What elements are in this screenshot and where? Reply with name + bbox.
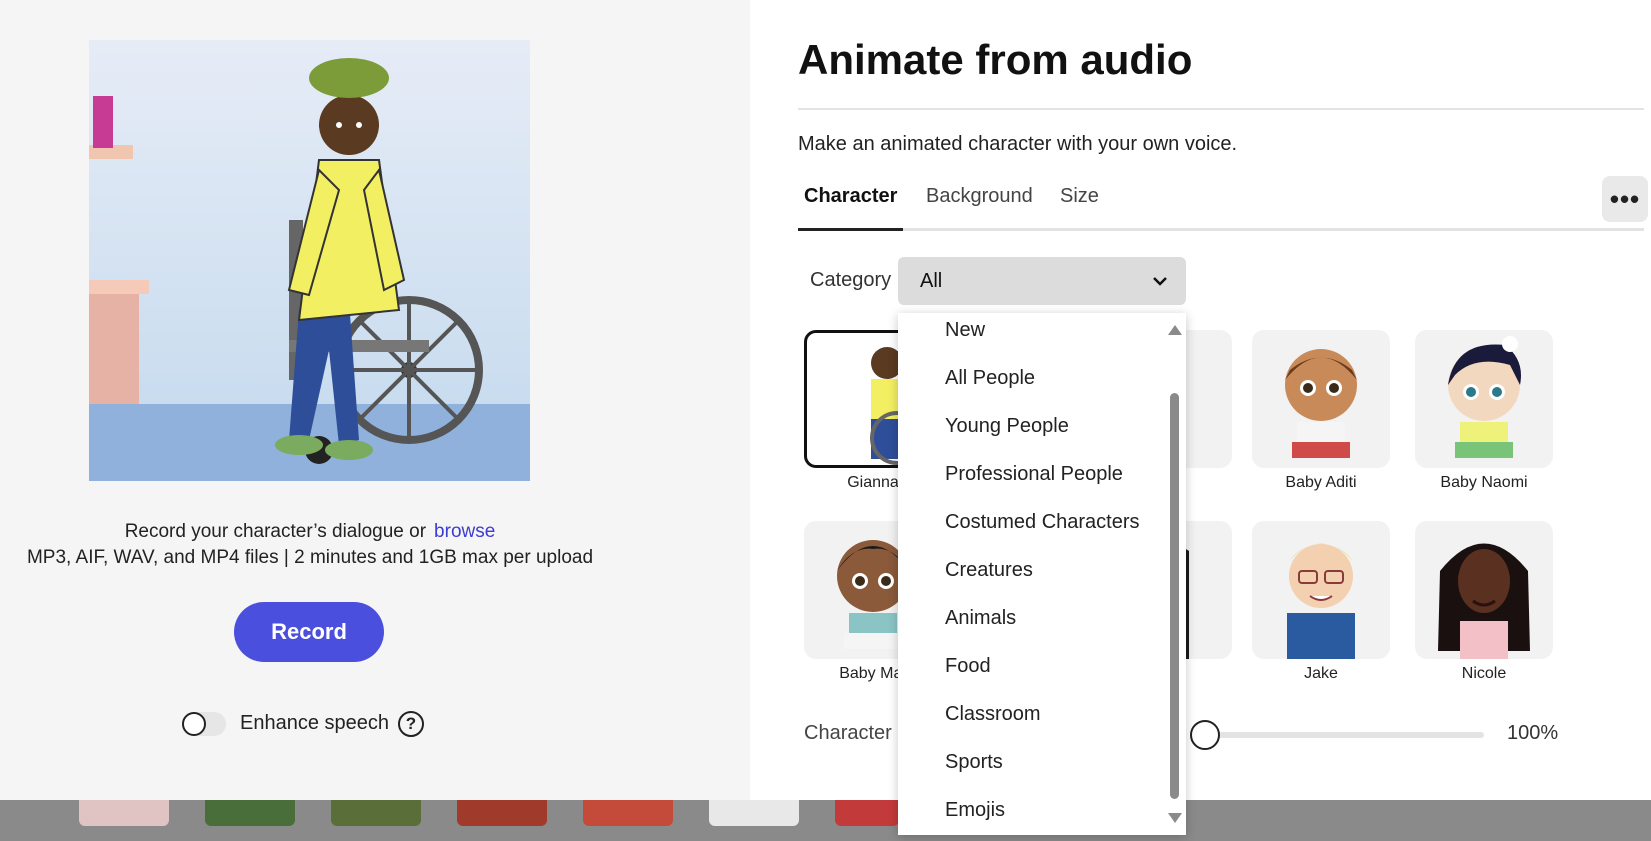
tab-size[interactable]: Size [1054, 185, 1105, 231]
thumbnail[interactable] [331, 800, 421, 826]
tab-background[interactable]: Background [920, 185, 1039, 231]
page-subtitle: Make an animated character with your own… [798, 133, 1238, 155]
character-name: Jake [1304, 665, 1338, 682]
category-select[interactable]: All [898, 257, 1186, 305]
character-card-baby-naomi[interactable] [1415, 330, 1553, 468]
category-option-new[interactable]: New [945, 319, 985, 342]
chevron-down-icon [1153, 277, 1167, 286]
upload-format-note: MP3, AIF, WAV, and MP4 files | 2 minutes… [26, 547, 594, 568]
character-card-jake[interactable] [1252, 521, 1390, 659]
help-icon[interactable]: ? [398, 711, 424, 737]
cabinet-top [89, 280, 149, 294]
category-option-costumed-characters[interactable]: Costumed Characters [945, 511, 1140, 534]
category-option-food[interactable]: Food [945, 655, 991, 678]
character-card-baby-aditi[interactable] [1252, 330, 1390, 468]
settings-panel: Animate from audio Make an animated char… [750, 0, 1651, 800]
scroll-up-arrow-icon[interactable] [1168, 325, 1182, 335]
record-button[interactable]: Record [234, 602, 384, 662]
thumbnail[interactable] [835, 800, 899, 826]
divider [798, 108, 1644, 110]
character-thumbnail [1438, 543, 1530, 659]
category-option-creatures[interactable]: Creatures [945, 559, 1033, 582]
cabinet [89, 280, 139, 404]
book [93, 96, 113, 148]
character-name: Nicole [1461, 665, 1507, 682]
scrollbar-thumb[interactable] [1170, 393, 1179, 799]
character-size-slider-handle[interactable] [1190, 720, 1220, 750]
category-option-emojis[interactable]: Emojis [945, 799, 1005, 822]
upload-instruction-text: Record your character’s dialogue or [124, 521, 427, 542]
character-thumbnail [1448, 336, 1521, 458]
more-options-button[interactable]: ••• [1602, 176, 1648, 222]
browse-link[interactable]: browse [434, 521, 495, 542]
character-size-slider-track[interactable] [1190, 732, 1484, 738]
enhance-speech-toggle[interactable] [182, 712, 226, 736]
category-option-professional-people[interactable]: Professional People [945, 463, 1123, 486]
thumbnail[interactable] [709, 800, 799, 826]
character-size-label: Character s [804, 722, 908, 744]
preview-panel: Record your character’s dialogue or brows… [0, 0, 750, 800]
character-illustration [275, 58, 483, 464]
character-preview [89, 40, 530, 481]
character-card-nicole[interactable] [1415, 521, 1553, 659]
category-dropdown-list: New All People Young People Professional… [898, 313, 1186, 835]
category-option-all-people[interactable]: All People [945, 367, 1035, 390]
tab-character[interactable]: Character [798, 185, 904, 231]
thumbnail[interactable] [205, 800, 295, 826]
category-option-young-people[interactable]: Young People [945, 415, 1069, 438]
category-option-classroom[interactable]: Classroom [945, 703, 1041, 726]
character-name: Baby Aditi [1285, 474, 1357, 491]
thumbnail[interactable] [583, 800, 673, 826]
category-selected-value: All [920, 269, 943, 292]
toggle-knob [182, 712, 206, 736]
thumbnail[interactable] [79, 800, 169, 826]
upload-instructions: Record your character’s dialogue or brows… [0, 521, 620, 543]
dropdown-scrollbar[interactable] [1168, 313, 1182, 835]
character-size-value: 100% [1507, 722, 1559, 744]
category-label: Category [810, 269, 892, 291]
character-thumbnail [1287, 543, 1355, 659]
character-name: Baby Naomi [1440, 474, 1528, 491]
tab-bar: Character Background Size [798, 185, 1644, 231]
category-option-animals[interactable]: Animals [945, 607, 1016, 630]
enhance-speech-label: Enhance speech [240, 712, 390, 734]
scroll-down-arrow-icon[interactable] [1168, 813, 1182, 823]
category-option-sports[interactable]: Sports [945, 751, 1003, 774]
page-title: Animate from audio [798, 36, 1193, 83]
character-thumbnail [1285, 349, 1357, 458]
background-thumbnail-strip [0, 800, 1651, 841]
thumbnail[interactable] [457, 800, 547, 826]
